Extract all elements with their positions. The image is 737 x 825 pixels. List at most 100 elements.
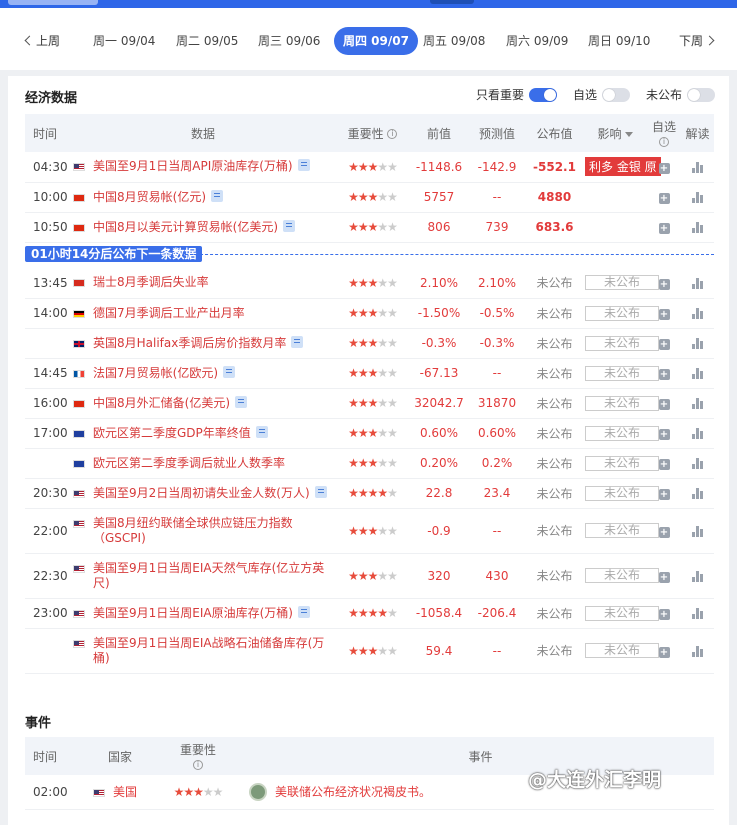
indicator-name[interactable]: 欧元区第二季度季调后就业人数季率	[73, 456, 333, 471]
chart-bars-icon[interactable]	[692, 488, 703, 499]
day-tab-sun[interactable]: 周日 09/10	[588, 32, 650, 49]
indicator-name[interactable]: 欧元区第二季度GDP年率终值	[73, 425, 333, 441]
interp-cell	[681, 448, 714, 479]
prev-week-button[interactable]: 上周	[24, 32, 60, 49]
indicator-name[interactable]: 美国8月纽约联储全球供应链压力指数（GSCPI)	[73, 516, 333, 546]
chart-bars-icon[interactable]	[692, 398, 703, 409]
day-tab-tue[interactable]: 周二 09/05	[176, 32, 238, 49]
indicator-label[interactable]: 中国8月以美元计算贸易帐(亿美元)	[93, 220, 278, 235]
document-icon[interactable]	[314, 485, 327, 498]
indicator-label[interactable]: 美国至9月1日当周EIA天然气库存(亿立方英尺)	[93, 561, 333, 591]
indicator-name[interactable]: 法国7月贸易帐(亿欧元)	[73, 365, 333, 381]
indicator-name[interactable]: 中国8月以美元计算贸易帐(亿美元)	[73, 219, 333, 235]
add-watch-icon[interactable]: +	[658, 278, 670, 290]
indicator-label[interactable]: 英国8月Halifax季调后房价指数月率	[93, 336, 286, 351]
document-icon[interactable]	[235, 395, 247, 408]
indicator-label[interactable]: 美国至9月1日当周API原油库存(万桶)	[93, 159, 293, 174]
indicator-name[interactable]: 美国至9月1日当周API原油库存(万桶)	[73, 159, 333, 174]
indicator-name[interactable]: 美国至9月2日当周初请失业金人数(万人)	[73, 485, 333, 501]
indicator-name[interactable]: 中国8月贸易帐(亿元)	[73, 189, 333, 205]
indicator-name[interactable]: 美国至9月1日当周EIA战略石油储备库存(万桶)	[73, 636, 333, 666]
day-tab-wed[interactable]: 周三 09/06	[258, 32, 320, 49]
add-watch-icon[interactable]: +	[658, 162, 670, 174]
indicator-label[interactable]: 欧元区第二季度季调后就业人数季率	[93, 456, 285, 471]
indicator-name-cell: 中国8月贸易帐(亿元)	[71, 182, 335, 213]
top-nav-handle[interactable]	[430, 0, 474, 4]
indicator-name[interactable]: 中国8月外汇储备(亿美元)	[73, 395, 333, 411]
day-tab-fri[interactable]: 周五 09/08	[423, 32, 485, 49]
document-icon[interactable]	[297, 605, 310, 618]
prev-cell: 5757	[410, 182, 468, 213]
event-label[interactable]: 美联储公布经济状况褐皮书。	[275, 785, 431, 799]
info-icon[interactable]: i	[193, 760, 203, 770]
document-icon[interactable]	[297, 159, 310, 172]
info-icon[interactable]: i	[387, 129, 398, 139]
indicator-label[interactable]: 瑞士8月季调后失业率	[93, 275, 209, 290]
switch-icon[interactable]	[601, 87, 630, 102]
add-watch-icon[interactable]: +	[658, 309, 670, 320]
document-icon[interactable]	[283, 219, 295, 232]
interp-cell	[681, 358, 714, 389]
indicator-label[interactable]: 法国7月贸易帐(亿欧元)	[93, 366, 218, 381]
indicator-label[interactable]: 美国至9月2日当周初请失业金人数(万人)	[93, 486, 310, 501]
top-nav-tab[interactable]	[8, 0, 98, 5]
bar-glyph	[700, 461, 703, 469]
add-watch-icon[interactable]: +	[658, 526, 670, 538]
add-watch-icon[interactable]: +	[658, 193, 670, 204]
chart-bars-icon[interactable]	[692, 308, 703, 319]
document-icon[interactable]	[291, 335, 304, 348]
document-icon[interactable]	[223, 365, 235, 378]
toggle-watchlist[interactable]: 自选	[573, 86, 630, 103]
day-tab-thu[interactable]: 周四 09/07	[334, 27, 418, 55]
add-watch-icon[interactable]: +	[658, 399, 670, 410]
add-watch-icon[interactable]: +	[658, 429, 670, 440]
indicator-name[interactable]: 瑞士8月季调后失业率	[73, 275, 333, 290]
add-watch-icon[interactable]: +	[658, 223, 670, 234]
add-watch-icon[interactable]: +	[658, 609, 670, 620]
add-watch-icon[interactable]: +	[658, 339, 670, 350]
switch-icon[interactable]	[528, 87, 557, 102]
indicator-label[interactable]: 中国8月外汇储备(亿美元)	[93, 396, 230, 411]
add-watch-icon[interactable]: +	[658, 571, 670, 583]
indicator-name[interactable]: 德国7月季调后工业产出月率	[73, 306, 333, 321]
toggle-important-only[interactable]: 只看重要	[476, 86, 557, 103]
day-tab-mon[interactable]: 周一 09/04	[93, 32, 155, 49]
indicator-name-cell: 美国至9月1日当周EIA原油库存(万桶)	[71, 598, 335, 629]
day-tab-sat[interactable]: 周六 09/09	[506, 32, 568, 49]
next-week-button[interactable]: 下周	[679, 32, 715, 49]
chart-bars-icon[interactable]	[692, 192, 703, 203]
add-watch-icon[interactable]: +	[658, 489, 670, 500]
chart-bars-icon[interactable]	[692, 277, 703, 289]
chart-bars-icon[interactable]	[692, 161, 703, 173]
add-watch-icon[interactable]: +	[658, 459, 670, 470]
indicator-label[interactable]: 德国7月季调后工业产出月率	[93, 306, 245, 321]
indicator-label[interactable]: 美国至9月1日当周EIA原油库存(万桶)	[93, 606, 293, 621]
chart-bars-icon[interactable]	[692, 525, 703, 537]
toggle-unpublished[interactable]: 未公布	[646, 86, 715, 103]
importance-cell: ★★★★★	[335, 182, 410, 213]
document-icon[interactable]	[211, 189, 223, 202]
add-watch-icon[interactable]: +	[658, 646, 670, 658]
indicator-name[interactable]: 美国至9月1日当周EIA原油库存(万桶)	[73, 605, 333, 621]
star-empty-icon: ★	[387, 159, 398, 174]
chart-bars-icon[interactable]	[692, 338, 703, 349]
indicator-name[interactable]: 英国8月Halifax季调后房价指数月率	[73, 335, 333, 351]
chart-bars-icon[interactable]	[692, 458, 703, 469]
indicator-label[interactable]: 美国至9月1日当周EIA战略石油储备库存(万桶)	[93, 636, 333, 666]
switch-icon[interactable]	[687, 87, 715, 102]
document-icon[interactable]	[255, 425, 268, 438]
chart-bars-icon[interactable]	[692, 368, 703, 379]
chart-bars-icon[interactable]	[692, 570, 703, 582]
info-icon[interactable]: i	[659, 137, 669, 147]
chart-bars-icon[interactable]	[692, 608, 703, 619]
indicator-label[interactable]: 中国8月贸易帐(亿元)	[93, 190, 206, 205]
indicator-label[interactable]: 美国8月纽约联储全球供应链压力指数（GSCPI)	[93, 516, 333, 546]
chart-bars-icon[interactable]	[692, 645, 703, 657]
chart-bars-icon[interactable]	[692, 222, 703, 233]
col-impact[interactable]: 影响	[583, 114, 647, 152]
indicator-name[interactable]: 美国至9月1日当周EIA天然气库存(亿立方英尺)	[73, 561, 333, 591]
add-watch-icon[interactable]: +	[658, 369, 670, 380]
flag-fr-icon	[73, 369, 85, 378]
chart-bars-icon[interactable]	[692, 428, 703, 439]
indicator-label[interactable]: 欧元区第二季度GDP年率终值	[93, 426, 251, 441]
